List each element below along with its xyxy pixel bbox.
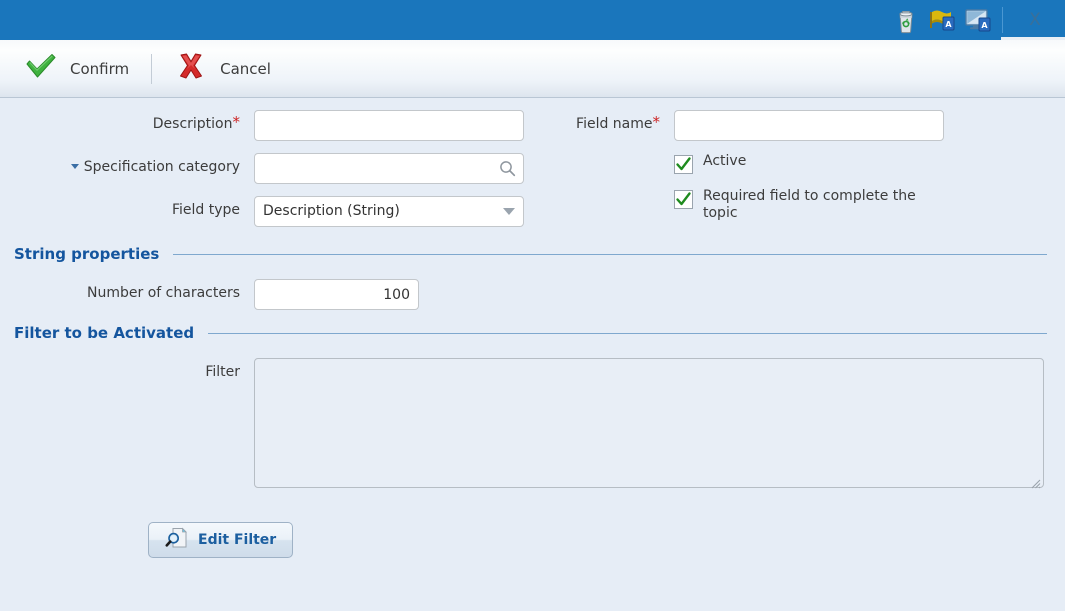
description-label: Description* bbox=[0, 110, 241, 133]
titlebar-icon-group: A A X bbox=[892, 0, 1065, 40]
specification-category-label-text: Specification category bbox=[83, 159, 240, 175]
document-search-icon bbox=[165, 526, 189, 554]
field-type-field-wrap: Description (String) bbox=[254, 196, 524, 227]
description-required-asterisk: * bbox=[232, 113, 241, 131]
chevron-down-icon[interactable] bbox=[503, 208, 515, 215]
flag-attachment-icon[interactable]: A bbox=[928, 5, 956, 35]
filter-row: Filter bbox=[0, 358, 1065, 492]
filter-textarea-wrap bbox=[254, 358, 1044, 492]
field-type-select[interactable]: Description (String) bbox=[254, 196, 524, 227]
required-field-checkbox-label: Required field to complete the topic bbox=[703, 188, 916, 221]
field-name-label-text: Field name bbox=[576, 116, 653, 132]
description-row: Description* bbox=[0, 110, 540, 141]
recycle-bin-icon[interactable] bbox=[892, 5, 920, 35]
form-content: Description* Specification category Fiel… bbox=[0, 98, 1065, 611]
number-of-characters-field-wrap bbox=[254, 279, 419, 310]
cancel-button[interactable]: Cancel bbox=[168, 49, 277, 89]
svg-text:A: A bbox=[981, 21, 988, 30]
specification-category-label: Specification category bbox=[0, 153, 240, 175]
section-divider bbox=[173, 253, 1047, 255]
confirm-button[interactable]: Confirm bbox=[18, 49, 135, 89]
search-icon[interactable] bbox=[499, 160, 516, 177]
field-name-field-wrap bbox=[674, 110, 944, 141]
check-icon bbox=[24, 52, 58, 86]
number-of-characters-label-text: Number of characters bbox=[87, 285, 240, 301]
active-checkbox[interactable] bbox=[674, 155, 693, 174]
confirm-label: Confirm bbox=[70, 59, 130, 78]
titlebar-tab-notch bbox=[1001, 37, 1065, 40]
field-type-label: Field type bbox=[0, 196, 240, 218]
required-field-checkbox-row: Required field to complete the topic bbox=[674, 188, 1065, 222]
specification-category-field-wrap bbox=[254, 153, 524, 184]
active-checkbox-row: Active bbox=[674, 153, 1065, 174]
number-of-characters-input[interactable] bbox=[254, 279, 419, 310]
field-name-required-asterisk: * bbox=[652, 113, 661, 131]
field-name-label: Field name* bbox=[540, 110, 661, 133]
description-input[interactable] bbox=[254, 110, 524, 141]
string-properties-section-header: String properties bbox=[14, 245, 1047, 263]
field-type-label-text: Field type bbox=[171, 202, 240, 218]
field-type-value: Description (String) bbox=[263, 203, 400, 219]
cancel-label: Cancel bbox=[220, 59, 271, 78]
required-field-checkbox[interactable] bbox=[674, 190, 693, 209]
edit-filter-button[interactable]: Edit Filter bbox=[148, 522, 294, 558]
description-field-wrap bbox=[254, 110, 524, 141]
specification-category-input[interactable] bbox=[254, 153, 524, 184]
left-column: Description* Specification category Fiel… bbox=[0, 110, 540, 239]
field-name-input[interactable] bbox=[674, 110, 944, 141]
filter-section-title: Filter to be Activated bbox=[14, 324, 195, 342]
section-divider bbox=[208, 332, 1047, 334]
toolbar-divider bbox=[151, 53, 153, 84]
close-window-button[interactable]: X bbox=[1013, 0, 1057, 40]
svg-text:A: A bbox=[945, 20, 952, 29]
filter-textarea[interactable] bbox=[254, 358, 1044, 488]
filter-section-header: Filter to be Activated bbox=[14, 324, 1047, 342]
filter-label-text: Filter bbox=[205, 364, 240, 380]
close-x-icon bbox=[174, 52, 208, 86]
active-checkbox-label: Active bbox=[703, 153, 747, 169]
monitor-attachment-icon[interactable]: A bbox=[964, 5, 992, 35]
filter-label: Filter bbox=[0, 358, 240, 380]
titlebar-divider bbox=[1002, 7, 1003, 33]
top-fields-grid: Description* Specification category Fiel… bbox=[0, 98, 1065, 239]
action-toolbar: Confirm Cancel bbox=[0, 40, 1065, 98]
string-properties-title: String properties bbox=[14, 245, 160, 263]
field-type-row: Field type Description (String) bbox=[0, 196, 540, 227]
number-of-characters-label: Number of characters bbox=[0, 279, 240, 301]
number-of-characters-row: Number of characters bbox=[0, 279, 1065, 310]
chevron-down-icon[interactable] bbox=[70, 163, 79, 169]
right-column: Field name* Active Required field to com… bbox=[540, 110, 1065, 239]
field-name-row: Field name* bbox=[540, 110, 1065, 141]
window-title-bar: A A X bbox=[0, 0, 1065, 40]
description-label-text: Description bbox=[152, 116, 233, 132]
edit-filter-label: Edit Filter bbox=[198, 532, 277, 548]
specification-category-row: Specification category bbox=[0, 153, 540, 184]
